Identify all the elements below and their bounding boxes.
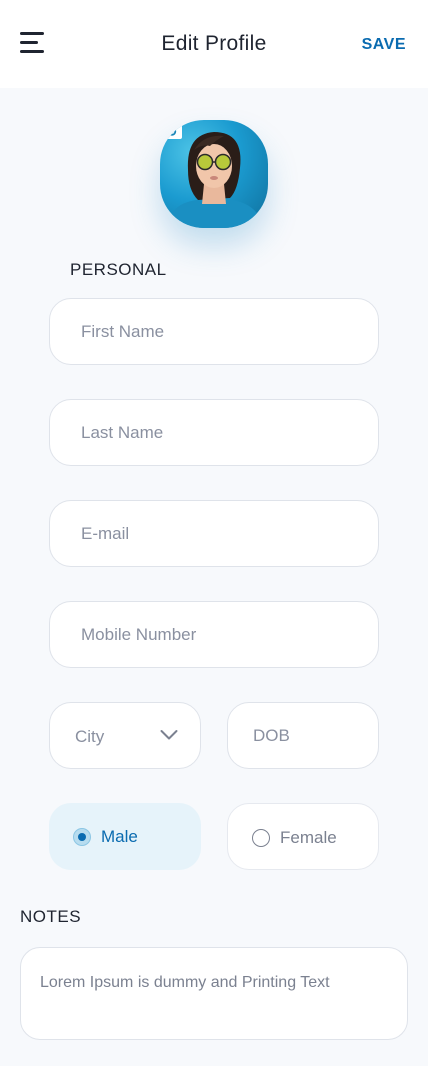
section-title-personal: PERSONAL	[70, 260, 167, 279]
chevron-down-icon	[160, 730, 178, 740]
avatar[interactable]	[160, 120, 268, 228]
last-name-field	[49, 399, 379, 466]
app-header: Edit Profile SAVE	[0, 0, 428, 88]
mobile-field	[49, 601, 379, 668]
gender-option-female[interactable]: Female	[227, 803, 379, 870]
city-dropdown[interactable]: City	[49, 702, 201, 769]
first-name-input[interactable]	[50, 299, 378, 364]
camera-icon[interactable]	[160, 120, 184, 140]
section-title-notes: NOTES	[20, 907, 82, 926]
email-input[interactable]	[50, 501, 378, 566]
gender-label-female: Female	[280, 828, 337, 847]
radio-unselected-icon[interactable]	[252, 829, 270, 847]
first-name-field	[49, 298, 379, 365]
city-placeholder: City	[75, 727, 105, 746]
notes-field: Lorem Ipsum is dummy and Printing Text	[20, 947, 408, 1040]
notes-textarea[interactable]: Lorem Ipsum is dummy and Printing Text	[21, 948, 407, 1039]
save-button[interactable]: SAVE	[362, 36, 406, 54]
dob-input[interactable]	[228, 703, 378, 768]
gender-label-male: Male	[101, 827, 138, 846]
dob-field	[227, 702, 379, 769]
gender-option-male[interactable]: Male	[49, 803, 201, 870]
mobile-input[interactable]	[50, 602, 378, 667]
email-field	[49, 500, 379, 567]
radio-selected-icon[interactable]	[73, 828, 91, 846]
last-name-input[interactable]	[50, 400, 378, 465]
